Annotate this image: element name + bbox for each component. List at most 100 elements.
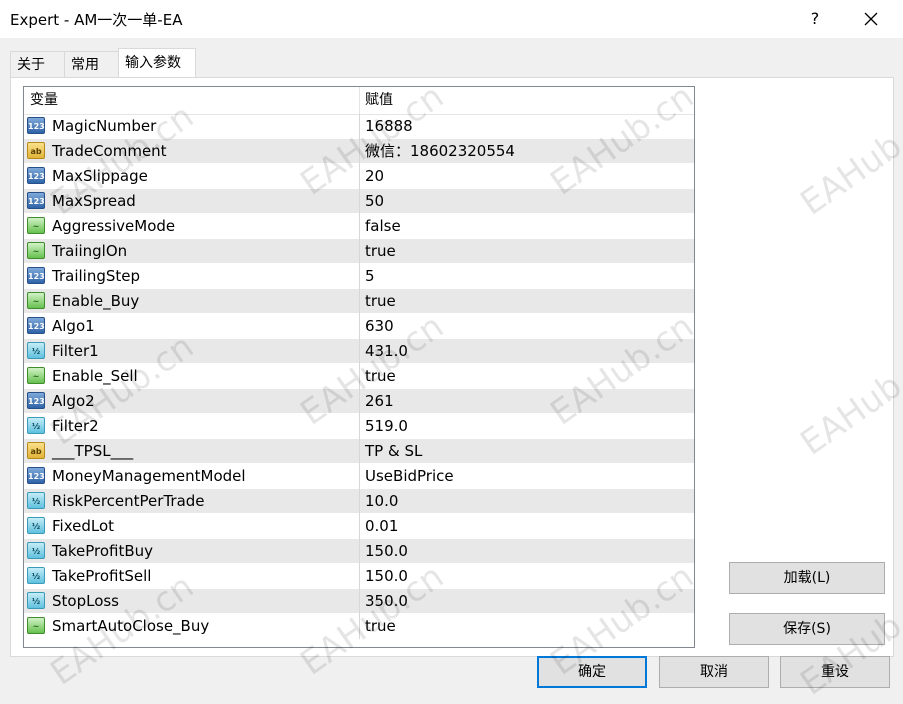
parameter-row[interactable]: 123 TrailingStep 5 <box>24 264 694 289</box>
parameter-row[interactable]: ½ Filter1 431.0 <box>24 339 694 364</box>
tab-about[interactable]: 关于 <box>10 51 65 77</box>
cell-divider <box>359 314 360 339</box>
column-separator[interactable] <box>359 87 360 114</box>
parameter-row[interactable]: ½ Filter2 519.0 <box>24 414 694 439</box>
parameter-row[interactable]: ~ Enable_Sell true <box>24 364 694 389</box>
parameters-grid: 变量 赋值 123 MagicNumber 16888 ab TradeComment 微… <box>23 86 695 648</box>
parameter-value[interactable]: 10.0 <box>365 489 398 513</box>
parameter-row[interactable]: 123 MagicNumber 16888 <box>24 114 694 139</box>
parameter-row[interactable]: ~ SmartAutoClose_Buy true <box>24 614 694 639</box>
boolean-type-icon: ~ <box>27 242 45 259</box>
parameter-value[interactable]: 50 <box>365 189 384 213</box>
column-header-value[interactable]: 赋值 <box>365 87 393 114</box>
cell-divider <box>359 214 360 239</box>
integer-type-icon: 123 <box>27 392 45 409</box>
grid-rows: 123 MagicNumber 16888 ab TradeComment 微信：1860… <box>24 114 694 639</box>
parameter-value[interactable]: 431.0 <box>365 339 408 363</box>
parameter-value[interactable]: 0.01 <box>365 514 398 538</box>
double-type-icon: ½ <box>27 567 45 584</box>
parameter-row[interactable]: ab ___TPSL___ TP & SL <box>24 439 694 464</box>
integer-type-icon: 123 <box>27 317 45 334</box>
parameter-value[interactable]: 350.0 <box>365 589 408 613</box>
parameter-value[interactable]: 150.0 <box>365 539 408 563</box>
cell-divider <box>359 389 360 414</box>
parameter-value[interactable]: 16888 <box>365 114 413 138</box>
parameter-name: MoneyManagementModel <box>52 467 246 485</box>
parameter-row[interactable]: 123 MoneyManagementModel UseBidPrice <box>24 464 694 489</box>
parameter-row[interactable]: 123 Algo1 630 <box>24 314 694 339</box>
parameter-name: TrailingStep <box>52 267 141 285</box>
parameter-row[interactable]: ~ AggressiveMode false <box>24 214 694 239</box>
parameter-row[interactable]: ~ TraiinglOn true <box>24 239 694 264</box>
cell-divider <box>359 339 360 364</box>
window-title: Expert - AM一次一单-EA <box>10 11 183 29</box>
cell-divider <box>359 589 360 614</box>
parameter-row[interactable]: ½ FixedLot 0.01 <box>24 514 694 539</box>
parameter-value[interactable]: true <box>365 614 396 638</box>
tab-inputs[interactable]: 输入参数 <box>118 48 196 78</box>
parameter-name: SmartAutoClose_Buy <box>52 617 210 635</box>
cell-divider <box>359 414 360 439</box>
parameter-name: Algo2 <box>52 392 95 410</box>
parameter-value[interactable]: 150.0 <box>365 564 408 588</box>
parameter-name: MagicNumber <box>52 117 157 135</box>
parameter-row[interactable]: ½ TakeProfitSell 150.0 <box>24 564 694 589</box>
cell-divider <box>359 614 360 639</box>
parameter-value[interactable]: 519.0 <box>365 414 408 438</box>
cell-divider <box>359 464 360 489</box>
parameter-value[interactable]: false <box>365 214 401 238</box>
string-type-icon: ab <box>27 442 45 459</box>
parameter-name: Filter1 <box>52 342 99 360</box>
cancel-button[interactable]: 取消 <box>659 656 769 688</box>
parameter-value[interactable]: 261 <box>365 389 394 413</box>
string-type-icon: ab <box>27 142 45 159</box>
close-icon <box>864 12 878 26</box>
parameter-name: ___TPSL___ <box>52 442 134 460</box>
parameter-value[interactable]: 微信：18602320554 <box>365 139 515 163</box>
save-button[interactable]: 保存(S) <box>729 613 885 645</box>
parameter-row[interactable]: ~ Enable_Buy true <box>24 289 694 314</box>
parameter-value[interactable]: UseBidPrice <box>365 464 454 488</box>
parameter-name: RiskPercentPerTrade <box>52 492 205 510</box>
parameter-name: TradeComment <box>52 142 167 160</box>
parameter-value[interactable]: TP & SL <box>365 439 422 463</box>
parameter-value[interactable]: true <box>365 289 396 313</box>
parameter-value[interactable]: 630 <box>365 314 394 338</box>
parameter-row[interactable]: 123 MaxSpread 50 <box>24 189 694 214</box>
ok-button[interactable]: 确定 <box>537 656 647 688</box>
parameter-row[interactable]: 123 Algo2 261 <box>24 389 694 414</box>
parameter-value[interactable]: 20 <box>365 164 384 188</box>
integer-type-icon: 123 <box>27 167 45 184</box>
cell-divider <box>359 189 360 214</box>
cell-divider <box>359 239 360 264</box>
parameter-value[interactable]: 5 <box>365 264 375 288</box>
parameter-name: TakeProfitSell <box>52 567 152 585</box>
cell-divider <box>359 489 360 514</box>
title-bar: Expert - AM一次一单-EA ? <box>0 0 903 38</box>
parameter-name: Enable_Sell <box>52 367 138 385</box>
help-button[interactable]: ? <box>800 4 830 34</box>
tab-common[interactable]: 常用 <box>64 51 119 77</box>
parameter-value[interactable]: true <box>365 364 396 388</box>
parameter-name: MaxSlippage <box>52 167 148 185</box>
parameter-name: StopLoss <box>52 592 120 610</box>
boolean-type-icon: ~ <box>27 292 45 309</box>
parameter-row[interactable]: ½ TakeProfitBuy 150.0 <box>24 539 694 564</box>
cell-divider <box>359 564 360 589</box>
parameter-row[interactable]: ab TradeComment 微信：18602320554 <box>24 139 694 164</box>
parameter-row[interactable]: ½ RiskPercentPerTrade 10.0 <box>24 489 694 514</box>
parameter-row[interactable]: 123 MaxSlippage 20 <box>24 164 694 189</box>
parameter-name: MaxSpread <box>52 192 136 210</box>
cell-divider <box>359 264 360 289</box>
column-header-variable[interactable]: 变量 <box>30 87 58 114</box>
close-button[interactable] <box>856 4 886 34</box>
cell-divider <box>359 139 360 164</box>
parameter-name: FixedLot <box>52 517 115 535</box>
parameter-name: Filter2 <box>52 417 99 435</box>
reset-button[interactable]: 重设 <box>780 656 890 688</box>
parameter-name: Algo1 <box>52 317 95 335</box>
parameter-row[interactable]: ½ StopLoss 350.0 <box>24 589 694 614</box>
parameter-value[interactable]: true <box>365 239 396 263</box>
integer-type-icon: 123 <box>27 267 45 284</box>
load-button[interactable]: 加载(L) <box>729 562 885 594</box>
